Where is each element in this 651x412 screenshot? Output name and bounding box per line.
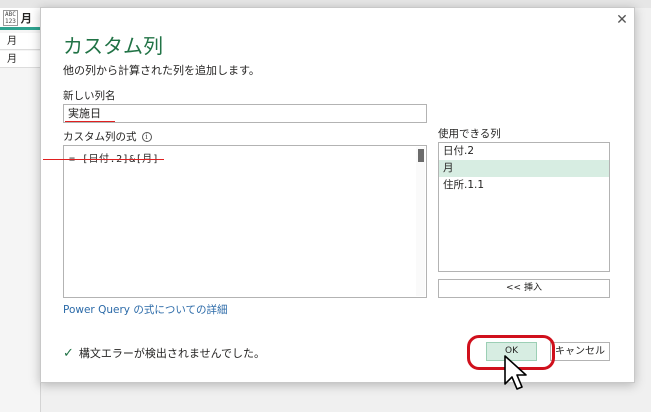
new-column-name-input[interactable]: 実施日 xyxy=(63,104,427,123)
column-header[interactable]: ABC 123 月 xyxy=(0,8,41,30)
formula-label-text: カスタム列の式 xyxy=(63,131,137,143)
learn-more-link[interactable]: Power Query の式についての詳細 xyxy=(63,302,228,317)
text-type-icon[interactable]: ABC 123 xyxy=(3,9,18,26)
status-message: ✓ 構文エラーが検出されませんでした。 xyxy=(63,345,265,361)
annotation-underline-name xyxy=(65,121,115,122)
status-text: 構文エラーが検出されませんでした。 xyxy=(78,347,266,360)
new-column-name-label: 新しい列名 xyxy=(63,90,116,102)
available-columns-label: 使用できる列 xyxy=(438,128,501,140)
scrollbar-thumb[interactable] xyxy=(418,149,424,162)
custom-column-dialog: ✕ カスタム列 他の列から計算された列を追加します。 新しい列名 実施日 カスタ… xyxy=(40,7,635,390)
dialog-title: カスタム列 xyxy=(63,34,163,58)
table-cell[interactable]: 月 xyxy=(0,51,41,68)
formula-scrollbar[interactable] xyxy=(416,147,425,296)
available-column-item[interactable]: 月 xyxy=(439,160,609,177)
formula-editor[interactable]: = [日付.2]&[月] xyxy=(63,145,427,298)
available-columns-list[interactable]: 日付.2 月 住所.1.1 xyxy=(438,142,610,272)
check-icon: ✓ xyxy=(63,345,74,361)
insert-button[interactable]: << 挿入 xyxy=(438,279,610,298)
cancel-button[interactable]: キャンセル xyxy=(550,342,610,361)
close-icon[interactable]: ✕ xyxy=(614,12,630,28)
annotation-underline-formula xyxy=(43,159,164,160)
info-icon[interactable]: i xyxy=(141,132,152,142)
formula-label: カスタム列の式 i xyxy=(63,129,152,144)
formula-text[interactable]: = [日付.2]&[月] xyxy=(69,150,159,165)
dialog-subtitle: 他の列から計算された列を追加します。 xyxy=(63,64,260,77)
column-header-label: 月 xyxy=(20,11,32,25)
background-column xyxy=(0,8,41,412)
table-cell[interactable]: 月 xyxy=(0,33,41,50)
available-column-item[interactable]: 日付.2 xyxy=(439,143,609,160)
mouse-cursor-icon xyxy=(504,355,527,390)
available-column-item[interactable]: 住所.1.1 xyxy=(439,177,609,194)
